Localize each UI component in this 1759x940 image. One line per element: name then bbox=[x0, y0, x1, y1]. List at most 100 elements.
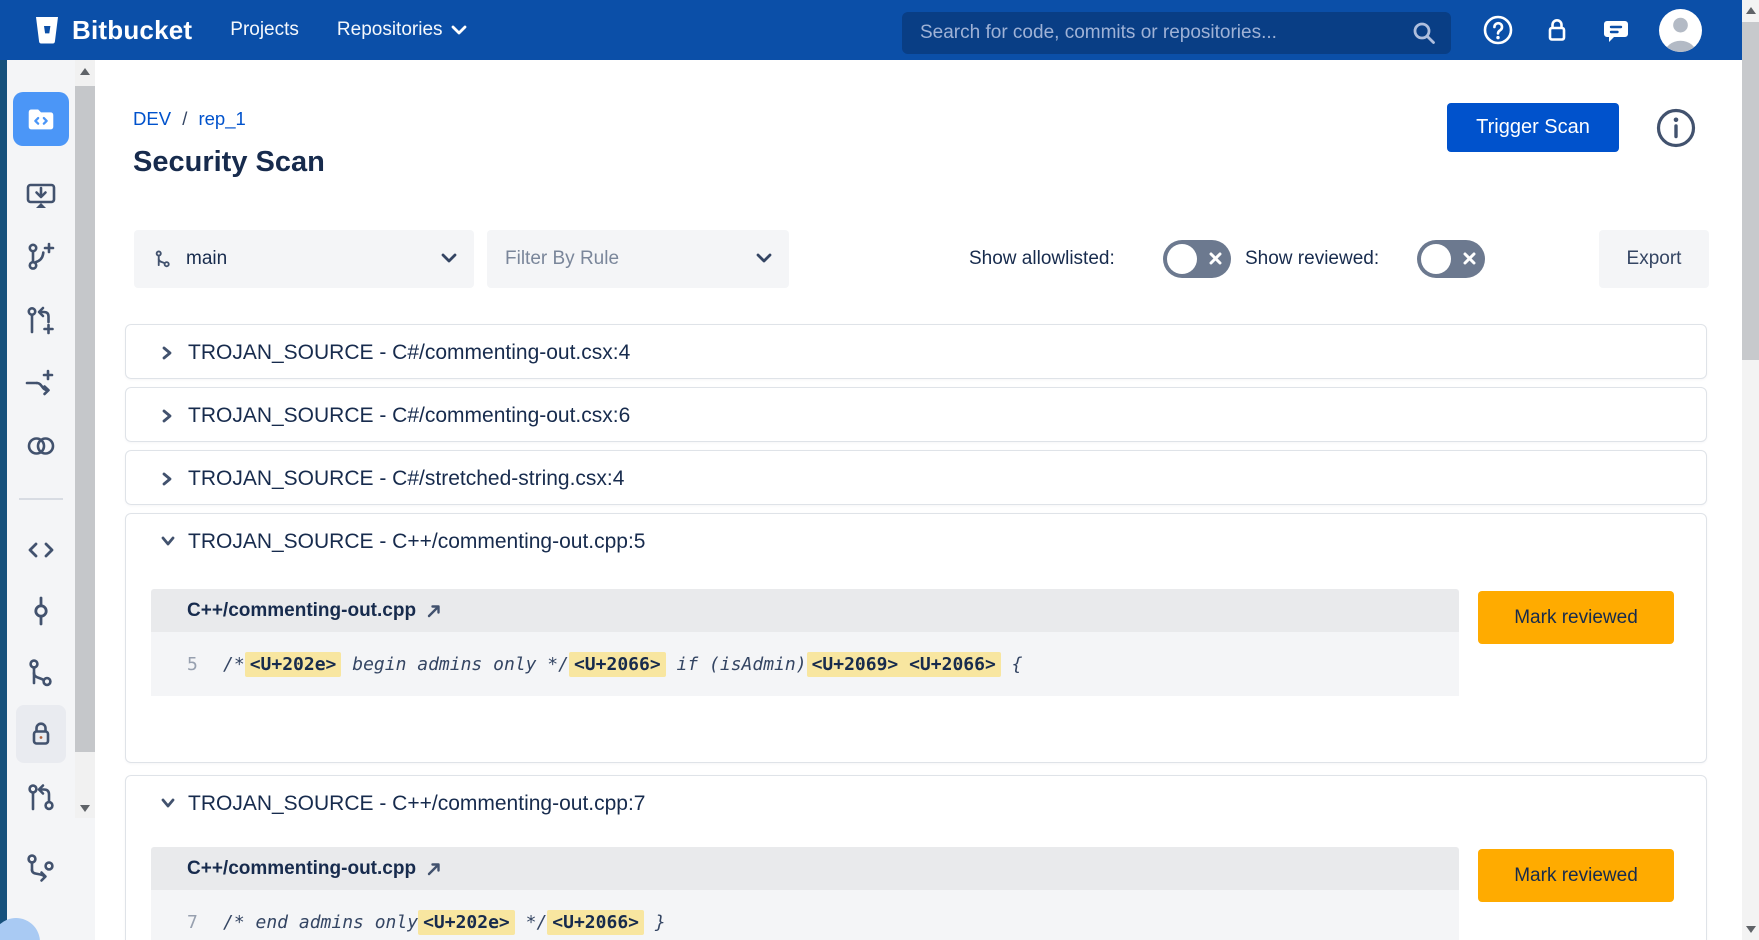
chevron-right-icon bbox=[160, 408, 174, 424]
branch-icon bbox=[152, 247, 174, 271]
page-scrollbar-track[interactable] bbox=[1742, 0, 1759, 940]
code-brackets-icon bbox=[23, 532, 59, 568]
breadcrumb-repo-link[interactable]: rep_1 bbox=[198, 108, 245, 129]
finding-title: TROJAN_SOURCE - C#/stretched-string.csx:… bbox=[188, 451, 624, 506]
rule-filter-placeholder: Filter By Rule bbox=[505, 248, 619, 270]
finding-title: TROJAN_SOURCE - C++/commenting-out.cpp:5 bbox=[188, 514, 646, 569]
sidebar-scrollbar-thumb[interactable] bbox=[75, 86, 95, 752]
finding-title: TROJAN_SOURCE - C++/commenting-out.cpp:7 bbox=[188, 776, 646, 831]
show-reviewed-toggle[interactable] bbox=[1417, 240, 1485, 278]
finding-title: TROJAN_SOURCE - C#/commenting-out.csx:6 bbox=[188, 388, 630, 443]
file-link[interactable]: C++/commenting-out.cpp bbox=[151, 589, 1459, 632]
rule-filter-select[interactable]: Filter By Rule bbox=[487, 230, 789, 288]
finding-row-header[interactable]: TROJAN_SOURCE - C#/commenting-out.csx:4 bbox=[126, 325, 1706, 380]
chevron-down-icon bbox=[160, 796, 176, 810]
page-scrollbar-thumb[interactable] bbox=[1742, 22, 1759, 360]
sidebar-item-forks[interactable] bbox=[23, 850, 59, 886]
unicode-token-highlight: <U+202e> bbox=[245, 652, 342, 677]
show-allowlisted-label: Show allowlisted: bbox=[969, 230, 1115, 288]
mark-reviewed-button[interactable]: Mark reviewed bbox=[1478, 591, 1674, 644]
search-icon[interactable] bbox=[1411, 20, 1437, 46]
breadcrumb-separator: / bbox=[182, 108, 187, 129]
code-snippet: C++/commenting-out.cpp 5 /*<U+202e> begin… bbox=[151, 589, 1459, 696]
toggle-knob bbox=[1167, 244, 1197, 274]
page-scroll-up-caret[interactable] bbox=[1746, 7, 1756, 14]
brand-name: Bitbucket bbox=[72, 15, 192, 46]
breadcrumb: DEV / rep_1 bbox=[133, 108, 246, 130]
breadcrumb-project-link[interactable]: DEV bbox=[133, 108, 171, 129]
sidebar-accent-strip bbox=[0, 60, 7, 940]
chevron-down-icon bbox=[451, 24, 467, 36]
file-link[interactable]: C++/commenting-out.cpp bbox=[151, 847, 1459, 890]
show-allowlisted-toggle[interactable] bbox=[1163, 240, 1231, 278]
chevron-down-icon bbox=[755, 251, 773, 265]
info-icon[interactable] bbox=[1653, 105, 1699, 151]
finding-row-header[interactable]: TROJAN_SOURCE - C#/stretched-string.csx:… bbox=[126, 451, 1706, 506]
help-icon[interactable] bbox=[1482, 14, 1514, 46]
finding-row-header[interactable]: TROJAN_SOURCE - C++/commenting-out.cpp:7 bbox=[126, 776, 1706, 831]
chevron-down-icon bbox=[440, 251, 458, 265]
search-bar bbox=[902, 12, 1451, 54]
chevron-right-icon bbox=[160, 471, 174, 487]
sidebar-item-create-fork[interactable] bbox=[23, 367, 59, 403]
file-name: C++/commenting-out.cpp bbox=[187, 858, 416, 880]
unicode-token-highlight: <U+2066> bbox=[547, 910, 644, 935]
sidebar-item-create-pull-request[interactable] bbox=[23, 303, 59, 339]
code-line: 7/* end admins only<U+202e> */<U+2066> } bbox=[151, 890, 1459, 940]
sidebar-item-source-code[interactable] bbox=[23, 532, 59, 568]
sidebar-scroll-up-caret[interactable] bbox=[80, 68, 90, 75]
sidebar-item-commits[interactable] bbox=[23, 593, 59, 629]
branch-select[interactable]: main bbox=[134, 230, 474, 288]
page-scroll-down-caret[interactable] bbox=[1746, 926, 1756, 933]
show-reviewed-label: Show reviewed: bbox=[1245, 230, 1379, 288]
bitbucket-mark-icon bbox=[32, 14, 62, 46]
code-text: /*<U+202e> begin admins only */<U+2066> … bbox=[223, 654, 1022, 675]
finding-row: TROJAN_SOURCE - C#/commenting-out.csx:6 bbox=[125, 387, 1707, 442]
sidebar-scrollbar-track[interactable] bbox=[75, 60, 95, 818]
finding-title: TROJAN_SOURCE - C#/commenting-out.csx:4 bbox=[188, 325, 630, 380]
folder-code-icon bbox=[24, 102, 58, 136]
page-title: Security Scan bbox=[133, 146, 325, 179]
line-number: 7 bbox=[187, 912, 213, 933]
main-content: DEV / rep_1 Security Scan Trigger Scan m… bbox=[95, 60, 1742, 940]
finding-row-header[interactable]: TROJAN_SOURCE - C#/commenting-out.csx:6 bbox=[126, 388, 1706, 443]
commit-icon bbox=[23, 593, 59, 629]
feedback-icon[interactable] bbox=[1600, 14, 1632, 46]
nav-repositories[interactable]: Repositories bbox=[337, 19, 467, 41]
fork-plus-icon bbox=[23, 367, 59, 403]
code-line: 5 /*<U+202e> begin admins only */<U+2066>… bbox=[151, 632, 1459, 696]
file-name: C++/commenting-out.cpp bbox=[187, 600, 416, 622]
code-snippet: C++/commenting-out.cpp 7/* end admins on… bbox=[151, 847, 1459, 940]
toggle-off-x-icon bbox=[1463, 252, 1476, 265]
finding-row: TROJAN_SOURCE - C#/stretched-string.csx:… bbox=[125, 450, 1707, 505]
pull-request-icon bbox=[23, 780, 59, 816]
nav-projects[interactable]: Projects bbox=[230, 19, 299, 41]
finding-row-expanded: TROJAN_SOURCE - C++/commenting-out.cpp:5… bbox=[125, 513, 1707, 763]
trigger-scan-button[interactable]: Trigger Scan bbox=[1447, 103, 1619, 152]
sidebar-item-pull-requests[interactable] bbox=[23, 780, 59, 816]
pull-request-plus-icon bbox=[23, 303, 59, 339]
unicode-token-highlight: <U+2066> bbox=[569, 652, 666, 677]
finding-row-header[interactable]: TROJAN_SOURCE - C++/commenting-out.cpp:5 bbox=[126, 514, 1706, 569]
bitbucket-logo[interactable]: Bitbucket bbox=[32, 14, 192, 46]
top-navbar: Bitbucket Projects Repositories bbox=[0, 0, 1759, 60]
export-button[interactable]: Export bbox=[1599, 230, 1709, 288]
branch-select-value: main bbox=[186, 248, 227, 270]
unicode-token-highlight: <U+2069> <U+2066> bbox=[807, 652, 1001, 677]
sidebar-item-security-scan[interactable] bbox=[16, 705, 66, 763]
lock-icon[interactable] bbox=[1541, 14, 1573, 46]
sidebar-item-clone[interactable] bbox=[23, 178, 59, 214]
line-number: 5 bbox=[187, 654, 213, 675]
external-link-icon bbox=[426, 603, 442, 619]
sidebar-item-create-branch[interactable] bbox=[23, 239, 59, 275]
sidebar-item-source-browser[interactable] bbox=[13, 92, 69, 146]
sidebar-scroll-down-caret[interactable] bbox=[80, 805, 90, 812]
sidebar-item-branches[interactable] bbox=[23, 655, 59, 691]
repo-sidebar bbox=[0, 60, 95, 940]
sidebar-item-compare[interactable] bbox=[23, 428, 59, 464]
search-input[interactable] bbox=[902, 12, 1451, 54]
mark-reviewed-button[interactable]: Mark reviewed bbox=[1478, 849, 1674, 902]
clone-icon bbox=[23, 178, 59, 214]
avatar[interactable] bbox=[1659, 9, 1702, 52]
branches-icon bbox=[23, 655, 59, 691]
